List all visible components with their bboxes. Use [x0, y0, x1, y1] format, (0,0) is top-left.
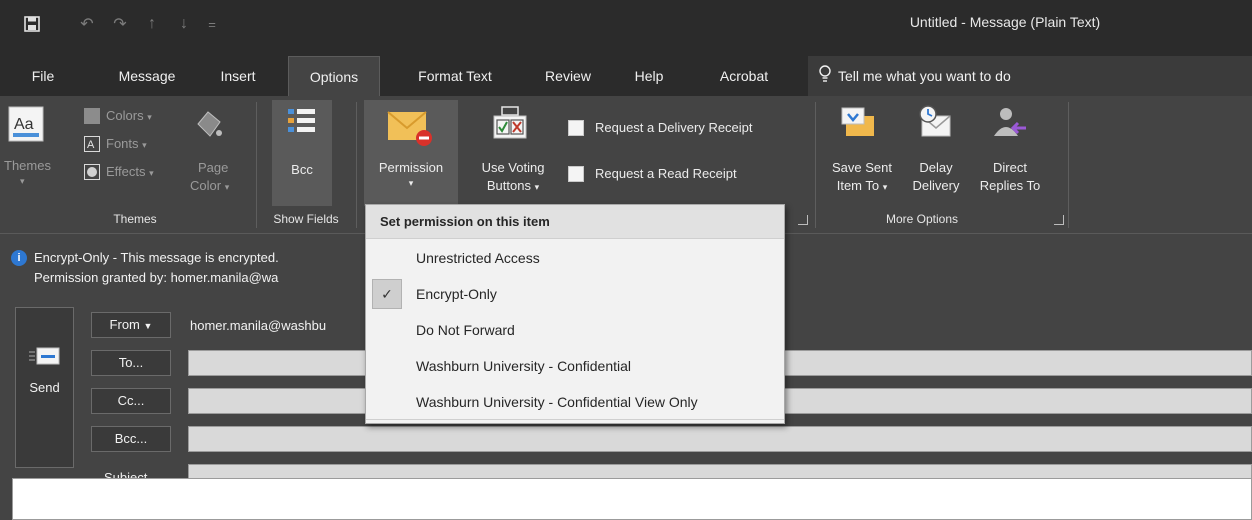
send-label: Send: [29, 380, 60, 395]
save-sent-line1[interactable]: Save Sent: [822, 160, 902, 175]
tracking-dialog-launcher-icon[interactable]: [798, 215, 808, 225]
checkmark-icon: ✓: [372, 279, 402, 309]
group-separator: [256, 102, 257, 228]
message-body[interactable]: [12, 478, 1252, 520]
tab-format-text[interactable]: Format Text: [396, 56, 514, 96]
voting-buttons-icon: [492, 106, 528, 143]
page-color-button[interactable]: Color ▾: [190, 178, 229, 193]
page-color-icon[interactable]: [190, 106, 226, 145]
fonts-icon: A: [84, 136, 100, 155]
tab-acrobat[interactable]: Acrobat: [698, 56, 790, 96]
effects-icon: [84, 164, 100, 183]
permission-option-encrypt-only[interactable]: ✓ Encrypt-Only: [366, 277, 784, 311]
bcc-field-button[interactable]: Bcc...: [91, 426, 171, 452]
colors-button[interactable]: Colors ▾: [106, 108, 152, 123]
undo-icon[interactable]: ↶: [75, 12, 99, 36]
bcc-icon: [286, 106, 318, 139]
lightbulb-icon: [818, 64, 832, 88]
direct-replies-icon: [992, 106, 1028, 143]
tab-file[interactable]: File: [18, 56, 68, 96]
themes-button-label[interactable]: Themes: [4, 158, 51, 173]
down-arrow-icon[interactable]: ↓: [172, 12, 196, 36]
themes-icon[interactable]: Aa: [8, 106, 44, 145]
menu-divider: [366, 419, 784, 420]
redo-icon[interactable]: ↷: [108, 12, 132, 36]
bcc-label: Bcc: [291, 162, 313, 177]
permission-envelope-icon: [386, 108, 434, 151]
tab-help[interactable]: Help: [624, 56, 674, 96]
delay-line1[interactable]: Delay: [906, 160, 966, 175]
svg-text:Aa: Aa: [14, 116, 34, 133]
more-options-dialog-launcher-icon[interactable]: [1054, 215, 1064, 225]
delivery-receipt-label[interactable]: Request a Delivery Receipt: [595, 120, 753, 135]
save-icon[interactable]: [20, 12, 44, 36]
info-icon: i: [11, 250, 27, 266]
permission-option-label: Do Not Forward: [416, 322, 515, 338]
themes-group-label: Themes: [113, 212, 157, 226]
effects-button[interactable]: Effects ▾: [106, 164, 154, 179]
delay-line2[interactable]: Delivery: [906, 178, 966, 193]
group-separator: [815, 102, 816, 228]
read-receipt-label[interactable]: Request a Read Receipt: [595, 166, 737, 181]
tab-insert[interactable]: Insert: [208, 56, 268, 96]
direct-line2[interactable]: Replies To: [970, 178, 1050, 193]
direct-line1[interactable]: Direct: [970, 160, 1050, 175]
save-sent-item-button[interactable]: Item To ▾: [822, 178, 902, 193]
ribbon-tabs: File Message Insert Options Format Text …: [0, 48, 1252, 96]
group-separator: [356, 102, 357, 228]
send-button[interactable]: Send: [15, 307, 74, 468]
permission-option-label: Washburn University - Confidential: [416, 358, 632, 374]
fonts-button[interactable]: Fonts ▾: [106, 136, 147, 151]
cc-button[interactable]: Cc...: [91, 388, 171, 414]
from-value: homer.manila@washbu: [190, 318, 327, 333]
tab-message[interactable]: Message: [104, 56, 190, 96]
permission-option-washburn-confidential[interactable]: Washburn University - Confidential: [366, 349, 784, 383]
info-line-2: Permission granted by: homer.manila@wa: [34, 270, 279, 285]
window-title: Untitled - Message (Plain Text): [909, 14, 1101, 30]
tell-me-placeholder: Tell me what you want to do: [838, 68, 1011, 84]
voting-buttons-button[interactable]: Buttons ▾: [470, 178, 556, 193]
permission-option-label: Washburn University - Confidential View …: [416, 394, 698, 410]
more-options-group-label: More Options: [885, 212, 959, 226]
from-button[interactable]: From ▼: [91, 312, 171, 338]
permission-option-unrestricted-access[interactable]: Unrestricted Access: [366, 241, 784, 275]
permission-option-do-not-forward[interactable]: Do Not Forward: [366, 313, 784, 347]
up-arrow-icon[interactable]: ↑: [140, 12, 164, 36]
permission-caret: ▾: [408, 178, 414, 188]
to-button[interactable]: To...: [91, 350, 171, 376]
send-envelope-icon: [29, 346, 61, 369]
permission-option-label: Unrestricted Access: [416, 250, 540, 266]
show-fields-group-label: Show Fields: [273, 212, 339, 226]
delivery-receipt-checkbox[interactable]: [568, 120, 584, 136]
permission-menu: Set permission on this item Unrestricted…: [365, 204, 785, 424]
permission-label: Permission: [378, 160, 444, 175]
voting-buttons-line1[interactable]: Use Voting: [470, 160, 556, 175]
customize-icon[interactable]: =: [200, 12, 224, 36]
permission-option-label: Encrypt-Only: [416, 286, 497, 302]
save-sent-item-icon: [840, 106, 876, 143]
title-bar: ↶ ↷ ↑ ↓ = Untitled - Message (Plain Text…: [0, 0, 1252, 48]
page-color-line1[interactable]: Page: [198, 160, 228, 175]
colors-icon: [84, 108, 100, 127]
read-receipt-checkbox[interactable]: [568, 166, 584, 182]
tab-options[interactable]: Options: [288, 56, 380, 96]
themes-caret: ▾: [20, 176, 25, 186]
tell-me-search[interactable]: Tell me what you want to do: [808, 56, 1252, 96]
tab-review[interactable]: Review: [530, 56, 606, 96]
group-separator: [1068, 102, 1069, 228]
permission-option-washburn-confidential-view-only[interactable]: Washburn University - Confidential View …: [366, 385, 784, 419]
permission-menu-header: Set permission on this item: [366, 205, 784, 239]
info-line-1: Encrypt-Only - This message is encrypted…: [34, 250, 279, 265]
bcc-field[interactable]: [188, 426, 1252, 452]
delay-delivery-icon: [916, 104, 954, 143]
svg-text:A: A: [87, 139, 95, 151]
